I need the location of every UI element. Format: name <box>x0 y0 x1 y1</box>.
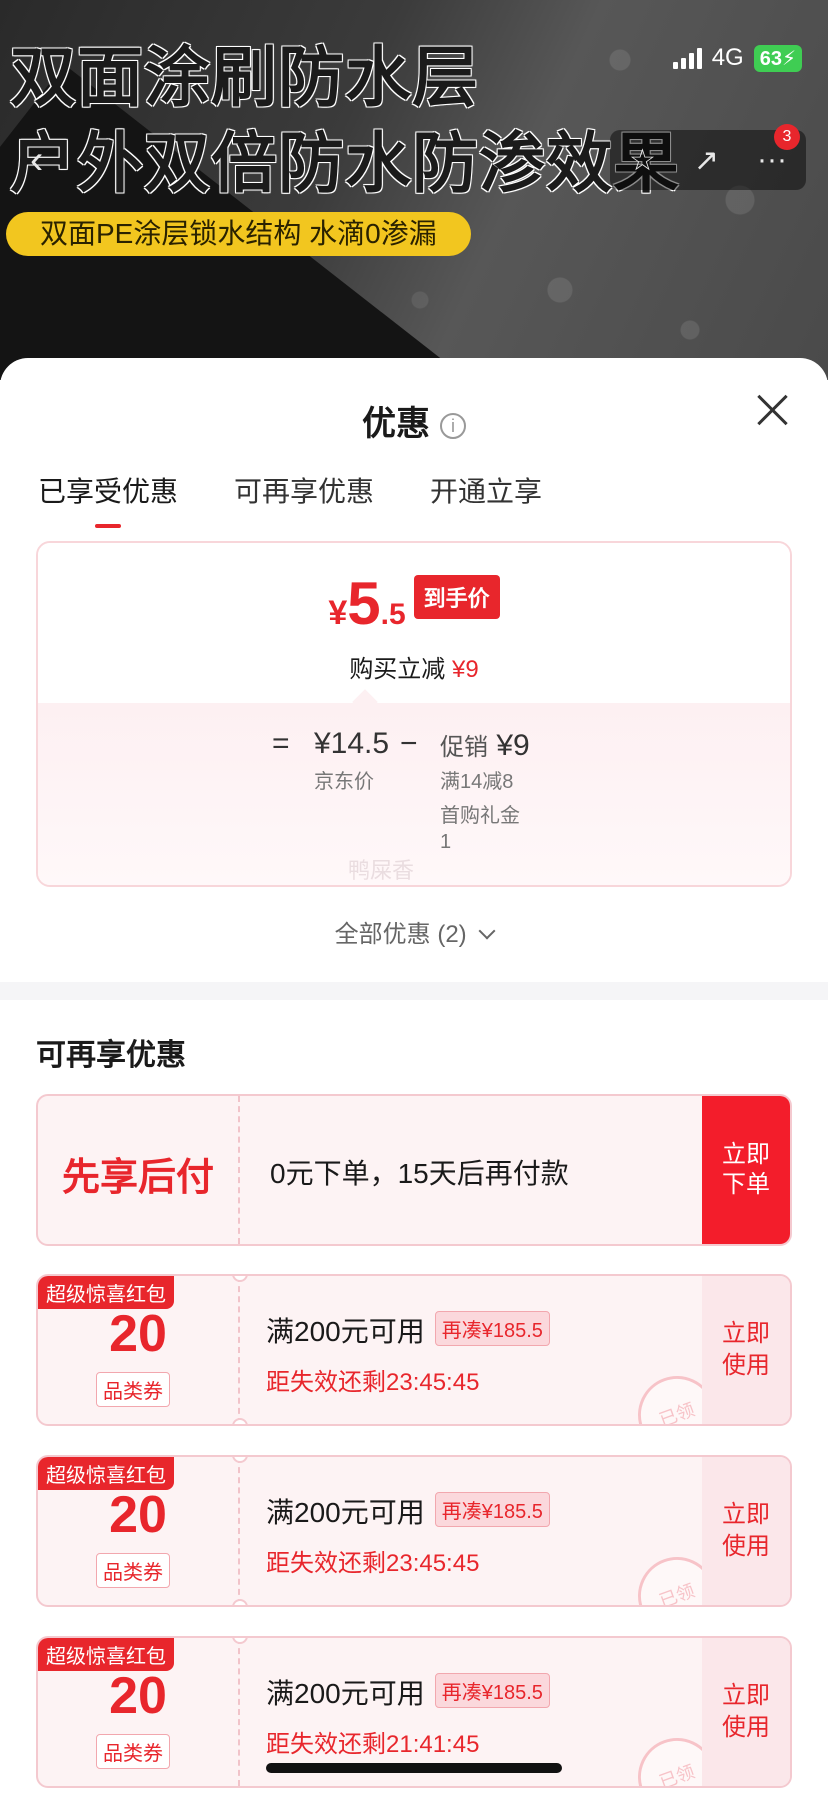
tab-activate[interactable]: 开通立享 <box>430 470 542 528</box>
jd-price: ¥14.5 <box>314 727 390 760</box>
battery-level: 63 <box>759 47 782 70</box>
tab-enjoyed[interactable]: 已享受优惠 <box>38 470 178 528</box>
price-integer: 5 <box>347 570 381 637</box>
star-icon[interactable]: ☆ <box>629 143 656 178</box>
top-nav-actions: ☆ ↗ ··· 3 <box>610 124 806 190</box>
sheet-title-text: 优惠 <box>362 405 430 443</box>
section-divider <box>0 982 828 1000</box>
coupon-value-section: 超级惊喜红包 20 品类券 <box>38 1638 240 1786</box>
price-calculation: = ¥14.5 京东价 − 促销 ¥9 满14减8 首购礼金 1 鸭屎香 <box>38 703 790 885</box>
network-label: 4G <box>711 44 744 71</box>
status-bar: 4G 63⚡ <box>672 44 802 72</box>
coupon-amount: 20 <box>109 1486 167 1544</box>
promo-amount: 促销 ¥9 <box>440 727 530 763</box>
instant-discount: 购买立减 ¥9 <box>38 649 790 684</box>
all-offers-toggle[interactable]: 全部优惠 (2) <box>0 914 828 949</box>
coupon-remaining-badge: 再凑¥185.5 <box>434 1673 550 1708</box>
more-offers-title: 可再享优惠 <box>36 1039 186 1072</box>
coupon-countdown: 距失效还剩23:45:45 <box>266 1369 480 1396</box>
battery-icon: 63⚡ <box>753 44 802 72</box>
info-icon[interactable]: i <box>440 413 466 440</box>
coupon-amount: 20 <box>109 1305 167 1363</box>
bnpl-description: 0元下单，15天后再付款 <box>270 1158 569 1189</box>
share-icon[interactable]: ↗ <box>694 143 719 178</box>
coupon-condition: 满200元可用 再凑¥185.5 <box>266 1491 550 1531</box>
notification-badge: 3 <box>774 124 800 150</box>
coupon-condition: 满200元可用 再凑¥185.5 <box>266 1310 550 1350</box>
hero-headline-2: 户外双倍防水防渗效果 <box>10 126 680 200</box>
instant-discount-label: 购买立减 <box>349 656 446 683</box>
bnpl-left: 先享后付 <box>38 1096 240 1244</box>
coupon-amount: 20 <box>109 1667 167 1725</box>
chevron-down-icon <box>478 922 496 940</box>
minus-sign: − <box>400 727 418 760</box>
use-now-button[interactable]: 立即 使用 <box>702 1276 790 1424</box>
jd-price-label: 京东价 <box>314 771 374 793</box>
coupon-details: 满200元可用 再凑¥185.5 距失效还剩23:45:45 已领 <box>242 1457 727 1605</box>
bnpl-middle: 0元下单，15天后再付款 <box>242 1096 702 1244</box>
coupon-card: 超级惊喜红包 20 品类券 满200元可用 再凑¥185.5 距失效还剩23:45… <box>36 1274 792 1426</box>
coupon-remaining-badge: 再凑¥185.5 <box>434 1492 550 1527</box>
promo-label: 促销 <box>440 734 488 761</box>
use-now-label-1: 立即 <box>722 1501 770 1528</box>
currency-symbol: ¥ <box>328 594 348 632</box>
watermark-text: 鸭屎香 <box>348 858 415 883</box>
order-now-label-2: 下单 <box>722 1171 770 1198</box>
coupon-condition-text: 满200元可用 <box>266 1316 425 1347</box>
all-offers-label: 全部优惠 (2) <box>334 921 467 948</box>
order-now-label-1: 立即 <box>722 1141 770 1168</box>
coupon-type: 品类券 <box>96 1372 170 1407</box>
coupon-value-section: 超级惊喜红包 20 品类券 <box>38 1457 240 1605</box>
sheet-title: 优惠 i <box>0 396 828 445</box>
use-now-label-1: 立即 <box>722 1682 770 1709</box>
hero-headline-1: 双面涂刷防水层 <box>10 40 479 114</box>
use-now-button[interactable]: 立即 使用 <box>702 1638 790 1786</box>
tab-more-offers[interactable]: 可再享优惠 <box>234 470 374 528</box>
first-purchase-gift: 首购礼金 <box>440 805 520 827</box>
final-price: ¥5.5 到手价 <box>38 569 790 638</box>
coupon-countdown: 距失效还剩23:45:45 <box>266 1550 480 1577</box>
promo-rule: 满14减8 <box>440 771 514 793</box>
close-icon[interactable] <box>752 390 792 430</box>
first-purchase-gift-value: 1 <box>440 831 452 853</box>
product-image: 双面涂刷防水层 户外双倍防水防渗效果 双面PE涂层锁水结构 水滴0渗漏 4G 6… <box>0 0 828 380</box>
final-price-section: ¥5.5 到手价 购买立减 ¥9 <box>38 543 790 703</box>
order-now-button[interactable]: 立即 下单 <box>702 1096 790 1244</box>
coupon-remaining-badge: 再凑¥185.5 <box>434 1311 550 1346</box>
coupon-card: 超级惊喜红包 20 品类券 满200元可用 再凑¥185.5 距失效还剩23:45… <box>36 1455 792 1607</box>
coupon-condition: 满200元可用 再凑¥185.5 <box>266 1672 550 1712</box>
use-now-label-1: 立即 <box>722 1320 770 1347</box>
back-icon[interactable]: ‹ <box>30 140 70 180</box>
coupon-value-section: 超级惊喜红包 20 品类券 <box>38 1276 240 1424</box>
bnpl-card: 先享后付 0元下单，15天后再付款 立即 下单 <box>36 1094 792 1246</box>
hero-tagline: 双面PE涂层锁水结构 水滴0渗漏 <box>6 212 471 256</box>
coupon-condition-text: 满200元可用 <box>266 1497 425 1528</box>
coupon-type: 品类券 <box>96 1553 170 1588</box>
use-now-label-2: 使用 <box>722 1533 770 1560</box>
coupon-condition-text: 满200元可用 <box>266 1678 425 1709</box>
promo-value: ¥9 <box>496 729 530 762</box>
offer-tabs: 已享受优惠 可再享优惠 开通立享 <box>38 470 542 528</box>
use-now-label-2: 使用 <box>722 1714 770 1741</box>
equals-sign: = <box>272 727 290 760</box>
coupon-details: 满200元可用 再凑¥185.5 距失效还剩23:45:45 已领 <box>242 1276 727 1424</box>
home-indicator[interactable] <box>266 1763 562 1773</box>
final-price-tag: 到手价 <box>413 575 500 619</box>
coupon-countdown: 距失效还剩21:41:45 <box>266 1731 480 1758</box>
use-now-label-2: 使用 <box>722 1352 770 1379</box>
coupon-type: 品类券 <box>96 1734 170 1769</box>
offers-sheet: 优惠 i 已享受优惠 可再享优惠 开通立享 ¥5.5 到手价 购买立减 ¥9 = ¥… <box>0 358 828 1793</box>
use-now-button[interactable]: 立即 使用 <box>702 1457 790 1605</box>
bnpl-title: 先享后付 <box>61 1157 214 1199</box>
price-breakdown-card: ¥5.5 到手价 购买立减 ¥9 = ¥14.5 京东价 − 促销 ¥9 满14减… <box>36 541 792 887</box>
instant-discount-value: ¥9 <box>451 656 479 683</box>
price-decimal: .5 <box>380 598 406 631</box>
signal-icon <box>672 47 702 69</box>
